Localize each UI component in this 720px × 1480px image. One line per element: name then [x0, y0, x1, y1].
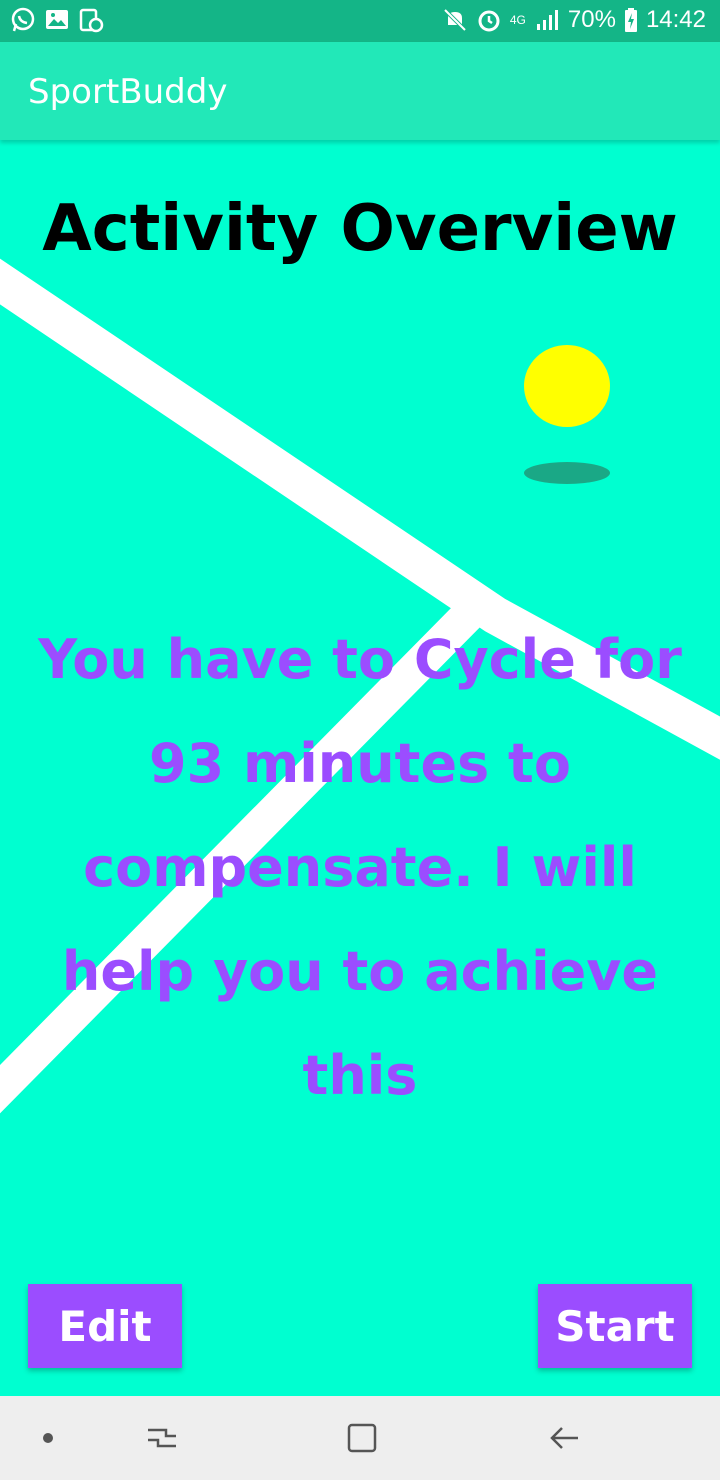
activity-message: You have to Cycle for 93 minutes to comp… [38, 628, 682, 1107]
start-button[interactable]: Start [538, 1284, 692, 1368]
home-icon[interactable] [342, 1418, 382, 1458]
navigation-bar [0, 1396, 720, 1480]
whatsapp-icon [11, 7, 35, 32]
edit-button[interactable]: Edit [28, 1284, 182, 1368]
ball-graphic [524, 345, 610, 427]
network-type: 4G [509, 13, 526, 27]
alarm-icon [478, 10, 500, 32]
app-title: SportBuddy [28, 72, 228, 112]
battery-level: 70% [567, 6, 616, 33]
recent-apps-icon[interactable] [142, 1418, 182, 1458]
dot-icon[interactable] [38, 1418, 58, 1458]
app-bar: SportBuddy [0, 42, 720, 140]
page-title: Activity Overview [42, 192, 678, 266]
battery-charging-icon [624, 8, 637, 32]
gallery-icon [46, 10, 68, 29]
screenshot-icon [79, 8, 104, 33]
status-bar: 4G 70% 14:42 [0, 0, 720, 42]
ball-shadow-graphic [524, 462, 610, 484]
app-screen: 4G 70% 14:42 SportBuddy Activity Overvie… [0, 0, 720, 1480]
signal-icon [536, 10, 558, 30]
back-icon[interactable] [544, 1418, 584, 1458]
activity-overview-content: Activity Overview You have to Cycle for … [0, 140, 720, 1396]
clock: 14:42 [645, 6, 706, 33]
mute-icon [443, 8, 467, 32]
